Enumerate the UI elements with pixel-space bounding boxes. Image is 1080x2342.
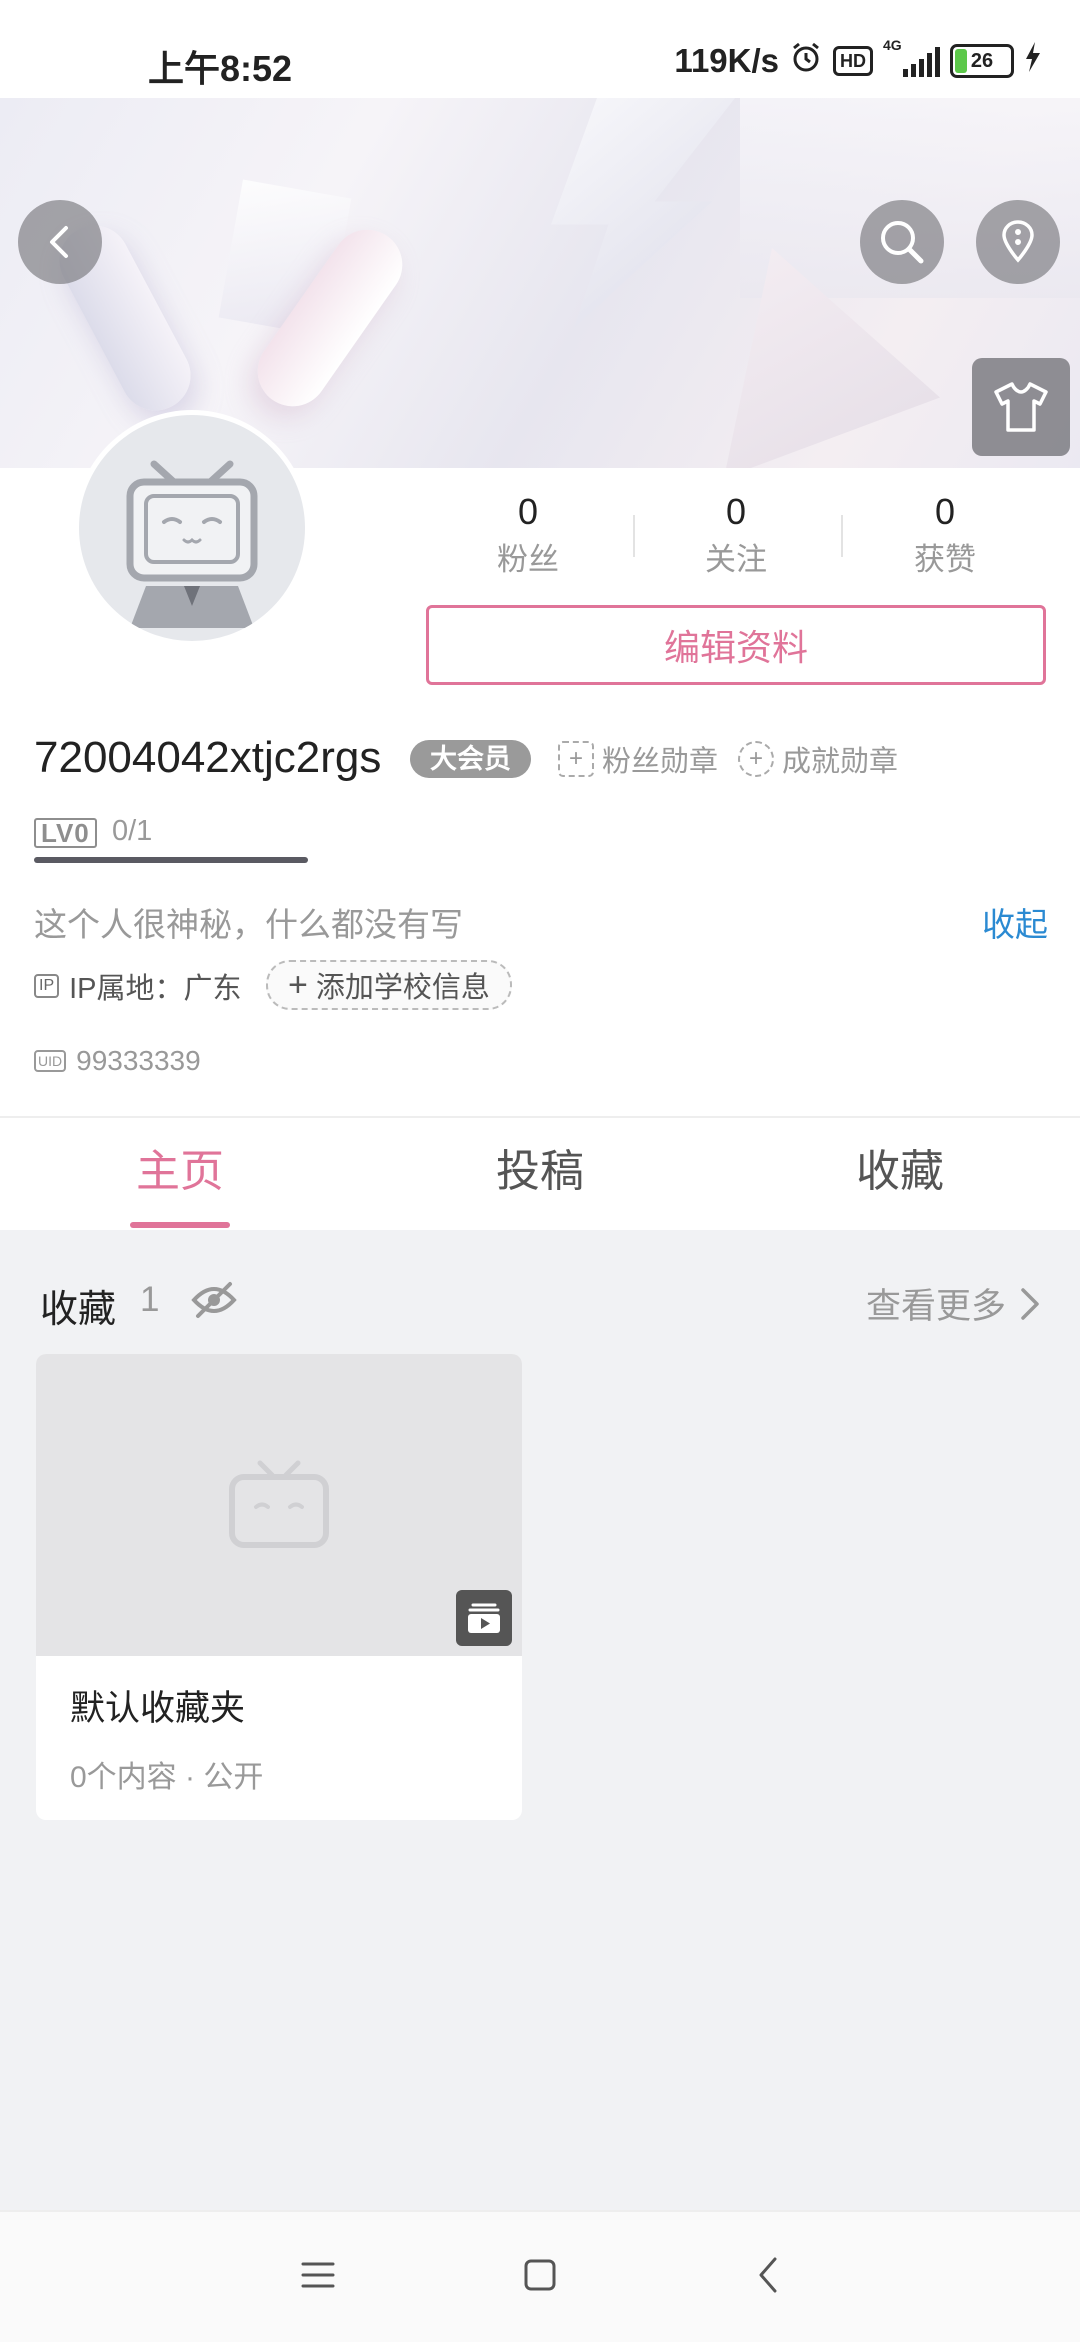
alarm-icon: [789, 40, 823, 82]
back-arrow-icon: [50, 226, 68, 258]
system-back-button[interactable]: [748, 2255, 788, 2295]
fan-medal-button[interactable]: + 粉丝勋章: [558, 738, 718, 780]
status-indicators: 119K/s HD 4G 26: [674, 37, 1042, 82]
signal-icon: 4G: [883, 37, 940, 77]
charging-icon: [1024, 42, 1042, 80]
stat-fans[interactable]: 0 粉丝: [458, 490, 598, 582]
network-speed: 119K/s: [674, 42, 779, 79]
stat-fans-value: 0: [517, 491, 539, 532]
add-school-button[interactable]: + 添加学校信息: [266, 960, 512, 1010]
folder-cover: [36, 1354, 522, 1656]
battery-icon: 26: [950, 44, 1014, 78]
level-progress-bar: [34, 857, 308, 863]
plus-icon: +: [288, 966, 308, 1004]
divider: [0, 1116, 1080, 1118]
folder-meta: 0个内容 · 公开: [70, 1761, 264, 1794]
search-icon: [881, 221, 924, 264]
achievement-medal-button[interactable]: + 成就勋章: [738, 738, 898, 780]
default-avatar-icon: [126, 460, 258, 628]
chevron-right-icon: [1021, 1287, 1039, 1320]
stat-likes-value: 0: [934, 491, 956, 532]
vip-badge[interactable]: 大会员: [410, 740, 531, 778]
level-progress: 0/1: [112, 815, 153, 847]
ip-location-text: IP属地：广东: [69, 973, 242, 1005]
folder-title: 默认收藏夹: [70, 1689, 246, 1728]
placeholder-tv-icon: [229, 1460, 329, 1548]
favorites-section-title: 收藏: [40, 1289, 117, 1331]
achievement-medal-label: 成就勋章: [782, 746, 899, 778]
stat-divider: [841, 515, 843, 557]
stat-likes-label: 获赞: [914, 542, 976, 577]
tab-favorites[interactable]: 收藏: [750, 1142, 1050, 1202]
menu-button[interactable]: [298, 2255, 338, 2295]
add-school-label: 添加学校信息: [315, 972, 490, 1004]
favorite-folder-card[interactable]: 默认收藏夹 0个内容 · 公开: [36, 1354, 522, 1820]
tab-active-indicator: [130, 1222, 230, 1228]
stat-following[interactable]: 0 关注: [666, 490, 806, 582]
status-time: 上午8:52: [148, 48, 293, 89]
collapse-link[interactable]: 收起: [982, 898, 1048, 946]
avatar[interactable]: [74, 410, 310, 646]
playlist-badge-icon: [456, 1590, 512, 1646]
back-button[interactable]: [18, 200, 102, 284]
see-more-link[interactable]: 查看更多: [866, 1278, 1040, 1329]
level-tag: LV0: [34, 818, 97, 848]
back-icon: [759, 2257, 777, 2293]
stat-likes[interactable]: 0 获赞: [875, 490, 1015, 582]
edit-profile-button[interactable]: 编辑资料: [426, 605, 1046, 685]
ip-icon: IP: [34, 974, 60, 998]
plus-icon: +: [738, 741, 774, 777]
stat-fans-label: 粉丝: [497, 542, 559, 577]
uid-row: UID 99333339: [34, 1045, 201, 1077]
status-bar: 上午8:52 119K/s HD 4G 26: [0, 0, 1080, 98]
more-icon: [1002, 220, 1034, 263]
stat-divider: [633, 515, 635, 557]
fan-medal-label: 粉丝勋章: [602, 746, 719, 778]
home-button[interactable]: [520, 2255, 560, 2295]
hd-icon: HD: [833, 46, 873, 76]
bio: 这个人很神秘，什么都没有写: [34, 906, 463, 943]
tab-home[interactable]: 主页: [30, 1142, 330, 1202]
tab-uploads[interactable]: 投稿: [390, 1142, 690, 1202]
home-icon: [524, 2259, 556, 2291]
network-type: 4G: [883, 37, 902, 53]
favorites-count: 1: [140, 1280, 160, 1319]
username: 72004042xtjc2rgs: [34, 733, 382, 782]
stat-following-label: 关注: [705, 542, 767, 577]
profile-banner: [0, 98, 1080, 468]
search-button[interactable]: [860, 200, 944, 284]
shirt-icon: [994, 382, 1048, 432]
menu-icon: [301, 2262, 335, 2288]
eye-off-icon[interactable]: [190, 1280, 238, 1325]
plus-icon: +: [558, 741, 594, 777]
see-more-label: 查看更多: [865, 1287, 1006, 1326]
dress-up-button[interactable]: [972, 358, 1070, 456]
more-button[interactable]: [976, 200, 1060, 284]
uid-icon: UID: [34, 1050, 67, 1072]
ip-location: IP IP属地：广东: [34, 965, 242, 1007]
uid-value: 99333339: [76, 1045, 201, 1076]
stat-following-value: 0: [725, 491, 747, 532]
